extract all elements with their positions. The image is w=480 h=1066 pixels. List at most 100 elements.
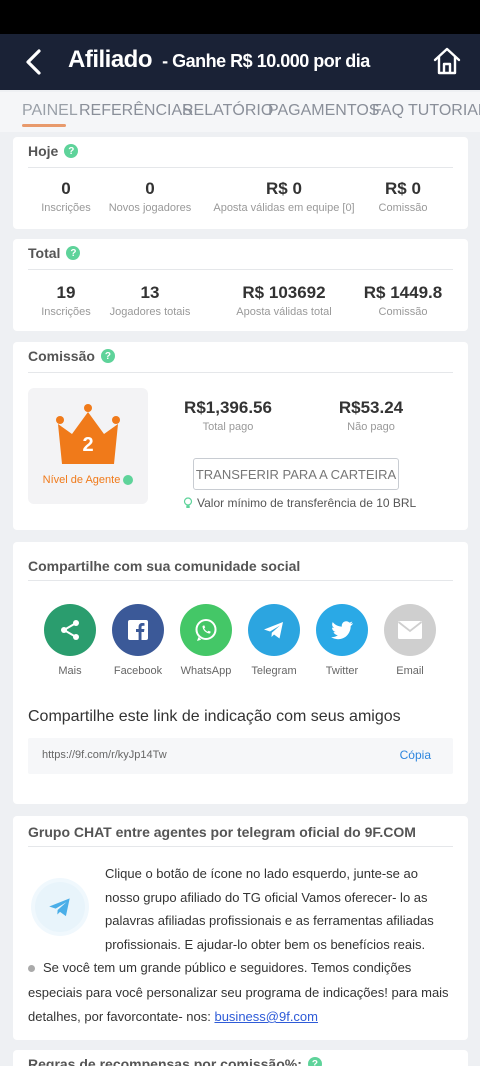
share-title: Compartilhe com sua comunidade social [28,558,301,574]
twitter-icon [316,604,368,656]
rules-title: Regras de recompensas por comissão%: [28,1056,302,1066]
commission-card: Comissão? 2 Nível de Agente R$1,396.56 To… [13,342,468,530]
page-subtitle: - Ganhe R$ 10.000 por dia [162,51,370,71]
total-stat-signups: 19 Inscrições [31,283,101,318]
share-label: Mais [58,665,82,677]
info-icon[interactable] [123,475,134,486]
stat-label: Comissão [378,202,428,214]
min-transfer-note: Valor mínimo de transferência de 10 BRL [183,496,416,510]
chevron-left-icon[interactable] [22,48,46,76]
stat-label: Novos jogadores [108,202,192,214]
tab-referencias[interactable]: REFERÊNCIAS [79,102,193,120]
stat-label: Inscrições [41,306,91,318]
agent-level-number: 2 [82,434,94,456]
stat-value: R$53.24 [338,398,404,417]
agent-level-text: Nível de Agente [42,474,121,486]
unpaid: R$53.24 Não pago [323,398,419,433]
share-telegram-button[interactable]: Telegram [238,604,310,677]
today-stat-signups: 0 Inscrições [31,179,101,214]
referral-link[interactable]: https://9f.com/r/kyJp14Tw [42,749,167,761]
stat-label: Comissão [378,306,428,318]
home-icon[interactable] [432,46,462,76]
stat-label: Aposta válidas total [236,306,332,318]
help-icon[interactable]: ? [66,246,81,260]
divider [28,580,453,581]
tab-painel[interactable]: PAINEL [22,102,78,120]
stat-value: R$ 0 [266,179,302,198]
facebook-icon [112,604,164,656]
email-icon [384,604,436,656]
stat-label: Total pago [202,421,254,433]
today-stat-new-players: 0 Novos jogadores [105,179,195,214]
transfer-to-wallet-button[interactable]: TRANSFERIR PARA A CARTEIRA [193,458,399,490]
page-title-main: Afiliado [68,46,153,73]
commission-title: Comissão [28,348,95,364]
telegram-group-title: Grupo CHAT entre agentes por telegram of… [28,824,416,840]
stat-value: R$ 0 [385,179,421,198]
total-stat-players: 13 Jogadores totais [105,283,195,318]
total-title: Total [28,245,61,261]
total-header: Total? [28,245,81,261]
commission-header: Comissão? [28,348,115,364]
contact-note: Se você tem um grande público e seguidor… [28,956,453,1030]
share-card: Compartilhe com sua comunidade social Ma… [13,542,468,804]
stat-value: 0 [61,179,71,198]
total-stat-commission: R$ 1449.8 Comissão [359,283,447,318]
share-label: WhatsApp [180,665,232,677]
today-stat-commission: R$ 0 Comissão [369,179,437,214]
help-icon[interactable]: ? [100,349,115,363]
active-tab-indicator [22,124,66,127]
today-stat-team-bets: R$ 0 Aposta válidas em equipe [0] [209,179,359,214]
telegram-icon [49,898,70,917]
share-email-button[interactable]: Email [374,604,446,677]
stat-label: Não pago [347,421,395,433]
stat-label: Inscrições [41,202,91,214]
tab-tutorial[interactable]: TUTORIAL [408,102,480,120]
agent-level-badge: 2 Nível de Agente [28,388,148,504]
share-label: Email [396,665,424,677]
referral-link-box: https://9f.com/r/kyJp14Tw Cópia [28,738,453,774]
rules-header: Regras de recompensas por comissão%:? [28,1056,322,1066]
today-card: Hoje? 0 Inscrições 0 Novos jogadores R$ 0 A… [13,137,468,229]
whatsapp-icon [180,604,232,656]
divider [28,846,453,847]
stat-value: R$ 1449.8 [363,283,443,302]
share-label: Telegram [251,665,297,677]
total-paid: R$1,396.56 Total pago [173,398,283,433]
copy-link-button[interactable]: Cópia [400,748,431,762]
share-twitter-button[interactable]: Twitter [306,604,378,677]
divider [28,269,453,270]
stat-label: Aposta válidas em equipe [0] [213,202,355,214]
share-whatsapp-button[interactable]: WhatsApp [170,604,242,677]
share-label: Facebook [113,665,163,677]
agent-level-label: Nível de Agente [28,474,148,486]
rules-card: Regras de recompensas por comissão%:? [13,1050,468,1066]
stat-label: Jogadores totais [109,306,191,318]
min-transfer-text: Valor mínimo de transferência de 10 BRL [197,496,417,510]
tab-pagamentos[interactable]: PAGAMENTOS [268,102,379,120]
total-stat-bets: R$ 103692 Aposta válidas total [219,283,349,318]
help-icon[interactable]: ? [64,144,79,158]
stat-value: 19 [56,283,76,302]
help-icon[interactable]: ? [307,1057,322,1066]
share-label: Twitter [325,665,359,677]
divider [28,167,453,168]
stat-value: 13 [140,283,160,302]
share-icon [44,604,96,656]
page-title: Afiliado - Ganhe R$ 10.000 por dia [68,46,370,74]
bullet-icon [28,965,35,973]
tab-relatorio[interactable]: RELATÓRIO [182,102,273,120]
tab-faq[interactable]: FAQ [372,102,404,120]
stat-value: 0 [145,179,155,198]
telegram-group-header: Grupo CHAT entre agentes por telegram of… [28,824,416,840]
join-telegram-group-button[interactable] [35,882,85,932]
telegram-icon [248,604,300,656]
status-bar [0,0,480,34]
share-more-button[interactable]: Mais [34,604,106,677]
share-facebook-button[interactable]: Facebook [102,604,174,677]
total-card: Total? 19 Inscrições 13 Jogadores totais R… [13,239,468,331]
today-title: Hoje [28,143,59,159]
app-header: Afiliado - Ganhe R$ 10.000 por dia [0,34,480,90]
telegram-group-card: Grupo CHAT entre agentes por telegram of… [13,816,468,1040]
contact-email-link[interactable]: business@9f.com [214,1009,318,1024]
